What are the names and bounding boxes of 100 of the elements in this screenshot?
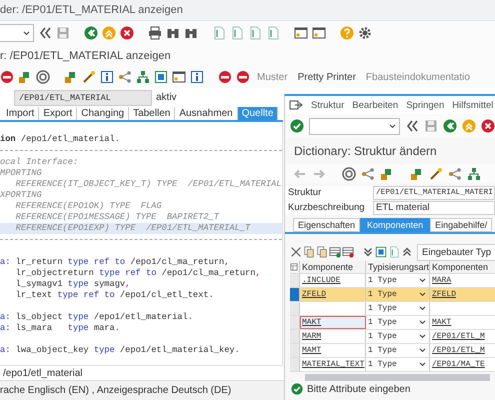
exit-menu-icon[interactable]	[289, 98, 303, 112]
column-header[interactable]: Komponenten	[430, 261, 495, 273]
code-line: ocal Interface:	[0, 157, 80, 168]
frame-icon[interactable]	[375, 246, 387, 258]
input-field[interactable]: MAKT	[300, 316, 366, 329]
copy-icon[interactable]	[303, 246, 315, 258]
toolbar-button[interactable]: Eingebauter Typ	[417, 244, 495, 260]
dropdown-field[interactable]: 1 Type	[366, 358, 430, 371]
input-field[interactable]: .INCLUDE	[300, 274, 366, 287]
info-icon[interactable]	[100, 70, 114, 84]
back-icon[interactable]	[84, 26, 98, 40]
input-field[interactable]: ETL material	[373, 201, 495, 215]
scissors-icon[interactable]	[290, 246, 302, 258]
window-icon[interactable]	[312, 26, 326, 40]
dropdown-field[interactable]: 1 Type	[366, 316, 430, 329]
blocks-icon[interactable]	[380, 166, 394, 180]
dropdown-icon[interactable]	[419, 320, 426, 325]
column-header[interactable]: Komponente	[300, 261, 366, 273]
menu-item[interactable]: Hilfsmittel	[452, 100, 494, 110]
toolbar-button[interactable]: Pretty Printer	[294, 72, 359, 82]
input-field[interactable]: MAMT	[300, 344, 366, 357]
page-icon[interactable]	[266, 26, 280, 40]
tab[interactable]: Eigenschaften	[293, 218, 360, 232]
dropdown-icon[interactable]	[419, 292, 426, 297]
frame-icon[interactable]	[154, 70, 168, 84]
dropdown-field[interactable]: 1 Type	[366, 344, 430, 357]
delete-row-icon[interactable]	[342, 246, 354, 258]
blocks-icon[interactable]	[410, 166, 424, 180]
expand-icon[interactable]	[362, 246, 374, 258]
input-field[interactable]: /EP01/MA_TE	[430, 358, 495, 371]
double-left-icon[interactable]	[38, 26, 52, 40]
dropdown-icon[interactable]	[419, 362, 426, 367]
double-left-icon[interactable]	[405, 119, 419, 133]
back-icon[interactable]	[443, 119, 457, 133]
row-selector[interactable]	[290, 288, 300, 301]
dropdown-icon[interactable]	[23, 30, 30, 36]
save-icon[interactable]	[424, 119, 438, 133]
dropdown-icon[interactable]	[419, 334, 426, 339]
cancel-icon[interactable]	[120, 26, 134, 40]
share-icon[interactable]	[448, 166, 462, 180]
dropdown-icon[interactable]	[419, 348, 426, 353]
page-icon[interactable]	[230, 26, 244, 40]
dropdown-icon[interactable]	[419, 306, 426, 311]
page-icon[interactable]	[212, 26, 226, 40]
copy-icon[interactable]	[316, 246, 328, 258]
page-icon[interactable]	[248, 26, 262, 40]
horizontal-scrollbar[interactable]	[305, 374, 490, 381]
insert-row-icon[interactable]	[329, 246, 341, 258]
object-name: /epo1/etl_material	[2, 368, 82, 378]
wand-icon[interactable]	[82, 70, 96, 84]
code-line: REFERENCE(EPO1MESSAGE) TYPE BAPIRET2_T	[14, 212, 220, 223]
binoculars-icon[interactable]	[184, 26, 198, 40]
input-field[interactable]: /EP01/ETL_M	[430, 344, 495, 357]
function-module-field[interactable]: /EP01/ETL_MATERIAL	[14, 90, 152, 106]
dropdown-icon[interactable]	[389, 124, 396, 128]
input-field[interactable]: /EP01/ETL_M	[430, 330, 495, 343]
wand-icon[interactable]	[429, 166, 443, 180]
window-title: der: /EP01/ETL_MATERIAL anzeigen	[0, 4, 183, 16]
printer-icon[interactable]	[148, 26, 162, 40]
input-field[interactable]: MARM	[300, 330, 366, 343]
command-field[interactable]	[309, 118, 400, 134]
table-settings-icon[interactable]	[290, 263, 298, 271]
check-icon[interactable]	[290, 119, 304, 133]
dropdown-field[interactable]: 1 Type	[366, 288, 430, 301]
info-icon[interactable]	[190, 70, 204, 84]
dropdown-field[interactable]: 1 Type	[366, 330, 430, 343]
hierarchy-icon[interactable]	[467, 166, 481, 180]
share-icon[interactable]	[361, 166, 375, 180]
input-field[interactable]: MAKT	[430, 316, 495, 329]
window-icon[interactable]	[172, 70, 186, 84]
collapse-icon[interactable]	[401, 246, 413, 258]
dropdown-field[interactable]: 1 Type	[366, 302, 430, 315]
window-icon[interactable]	[294, 26, 308, 40]
hierarchy-icon[interactable]	[136, 70, 150, 84]
cancel-icon[interactable]	[481, 119, 495, 133]
menu-item[interactable]: Bearbeiten	[352, 100, 398, 110]
menu-item[interactable]: Struktur	[311, 100, 344, 110]
dropdown-icon[interactable]	[419, 278, 426, 283]
settings-icon[interactable]	[358, 26, 372, 40]
tab[interactable]: Eingabehilfe/	[430, 218, 492, 232]
dropdown-field[interactable]: 1 Type	[366, 274, 430, 287]
input-field[interactable]: ZFELD	[430, 288, 495, 301]
blocks-icon[interactable]	[64, 70, 78, 84]
binoculars-icon[interactable]	[166, 26, 180, 40]
check-icon[interactable]	[291, 383, 303, 395]
share-icon[interactable]	[118, 70, 132, 84]
input-field[interactable]: MARA	[430, 274, 495, 287]
target-icon[interactable]	[36, 70, 50, 84]
stop-icon[interactable]	[236, 70, 250, 84]
column-header[interactable]: Typisierungsart	[366, 261, 430, 273]
code-line: a: ls_mara type mara.	[0, 323, 121, 334]
blocks-icon[interactable]	[18, 70, 32, 84]
menu-item[interactable]: Springen	[406, 100, 444, 110]
input-field[interactable]: ZFELD	[300, 288, 366, 301]
code-line: REFERENCE(IT_OBJECT_KEY_T) TYPE /EP01/ETL_MATERIAL	[14, 179, 282, 190]
stop-icon[interactable]	[0, 70, 14, 84]
target-icon[interactable]	[342, 166, 356, 180]
command-field[interactable]	[0, 24, 34, 42]
stop-icon[interactable]	[218, 70, 232, 84]
input-field[interactable]: MATERIAL_TEXT	[300, 358, 366, 371]
